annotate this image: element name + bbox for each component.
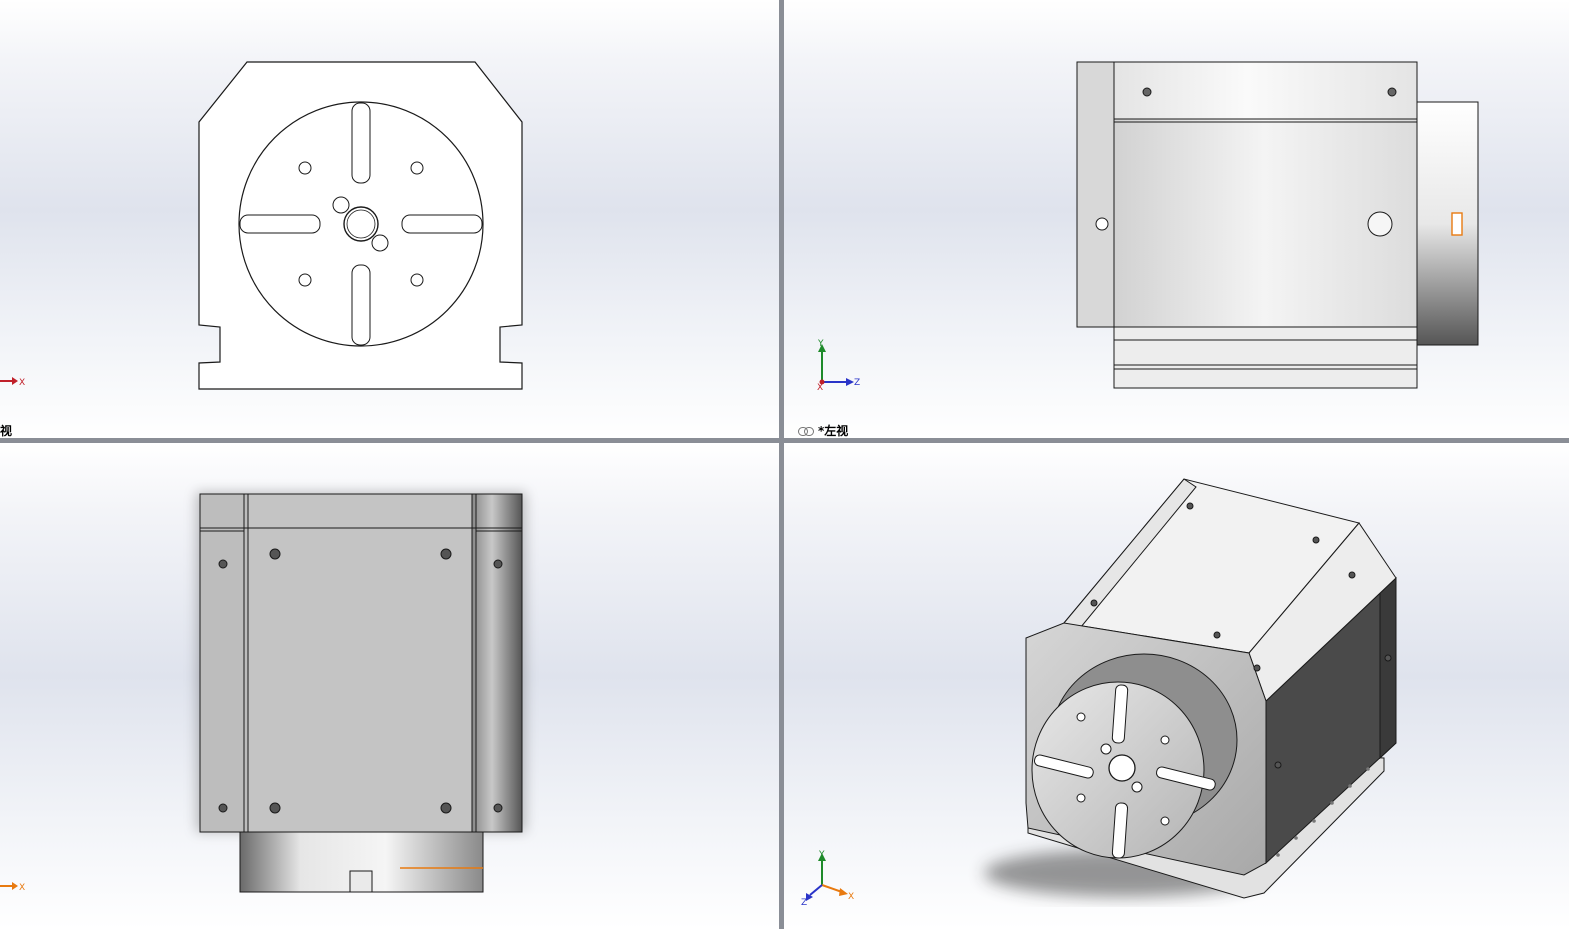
triad-z-label: Z — [854, 378, 860, 388]
link-icon — [798, 427, 814, 436]
triad-x-label: X — [19, 378, 25, 388]
triad-z-label: Z — [801, 898, 807, 905]
left-view-model — [1076, 61, 1479, 389]
axis-triad-top: X — [0, 882, 25, 893]
left-base — [1113, 326, 1418, 389]
triad-y-label: Y — [817, 339, 824, 349]
left-cylinder — [1415, 101, 1479, 346]
view-label-left-text: *左视 — [818, 424, 849, 438]
triad-x-label: X — [848, 892, 854, 902]
view-label-left: *左视 — [798, 422, 848, 438]
slot-bottom — [351, 264, 371, 346]
axis-triad-left: Y Z X — [817, 339, 860, 390]
iso-view-model — [984, 478, 1397, 899]
front-view-model — [198, 61, 523, 390]
viewport-left[interactable]: Y Z X *左视 — [784, 0, 1569, 438]
viewport-iso[interactable]: Y X Z — [784, 443, 1569, 929]
slot-right — [401, 214, 483, 234]
center-bore — [343, 206, 379, 242]
axis-triad-front: X — [0, 377, 25, 388]
top-view-model — [196, 492, 526, 893]
axis-triad-iso: Y X Z — [801, 850, 854, 905]
triad-x-label: X — [19, 883, 25, 893]
view-label-front: 视 — [0, 424, 13, 438]
slot-top — [351, 102, 371, 184]
triad-x-label: X — [817, 383, 823, 390]
triad-y-label: Y — [818, 850, 825, 860]
slot-left — [239, 214, 321, 234]
viewport-top[interactable]: X — [0, 443, 779, 929]
viewport-front[interactable]: X 视 — [0, 0, 779, 438]
